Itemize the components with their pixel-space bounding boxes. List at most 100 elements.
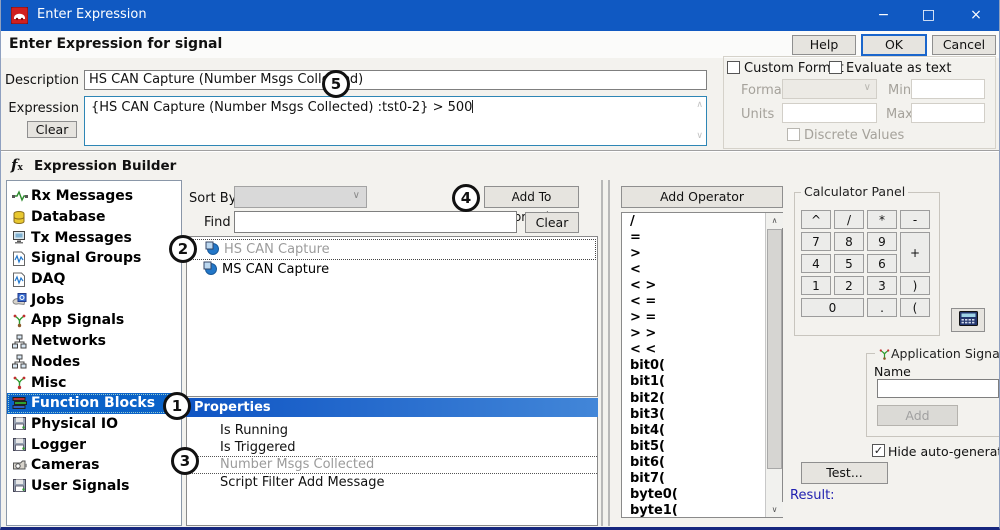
operator-item[interactable]: < = — [622, 294, 782, 310]
calc-key-1[interactable]: 1 — [801, 276, 831, 295]
scroll-down-icon[interactable]: ∨ — [696, 132, 703, 141]
calc-key-7[interactable]: 7 — [801, 232, 831, 251]
sidebar-item-database[interactable]: Database — [7, 207, 181, 228]
operator-item[interactable]: > = — [622, 310, 782, 326]
minimize-button[interactable]: − — [861, 0, 906, 31]
scroll-down-button[interactable]: ∨ — [766, 502, 783, 517]
scroll-thumb[interactable] — [767, 229, 782, 469]
sidebar-item-cameras[interactable]: Cameras — [7, 455, 181, 476]
calc-key-caret[interactable]: ^ — [801, 210, 831, 229]
format-select[interactable]: ∨ — [782, 79, 877, 99]
calc-key-8[interactable]: 8 — [834, 232, 864, 251]
annotation-circle-1: 1 — [163, 392, 191, 420]
sidebar-item-signal-groups[interactable]: Signal Groups — [7, 248, 181, 269]
operator-list: / = > < < > < = > = > > < < bit0( bit1( … — [621, 212, 783, 518]
operator-item[interactable]: bit4( — [622, 423, 782, 439]
sidebar-item-app-signals[interactable]: App Signals — [7, 310, 181, 331]
camera-icon — [12, 458, 31, 473]
name-label: Name — [874, 364, 911, 379]
calc-key-4[interactable]: 4 — [801, 254, 831, 273]
sidebar-item-physical-io[interactable]: Physical IO — [7, 414, 181, 435]
calculator-icon-button[interactable] — [951, 308, 985, 332]
property-row-is-triggered[interactable]: Is Triggered — [187, 439, 597, 456]
sidebar-item-jobs[interactable]: Jobs — [7, 289, 181, 310]
sidebar-item-logger[interactable]: Logger — [7, 434, 181, 455]
calc-key-0[interactable]: 0 — [801, 298, 864, 317]
operator-scrollbar[interactable]: ∧ ∨ — [765, 213, 782, 517]
calc-key-6[interactable]: 6 — [867, 254, 897, 273]
list-item-hs-can-capture[interactable]: HS CAN Capture — [188, 239, 596, 260]
calc-key-dot[interactable]: . — [867, 298, 897, 317]
discrete-values-checkbox[interactable] — [787, 128, 800, 141]
hide-auto-generated-checkbox[interactable]: ✓ — [872, 444, 885, 457]
add-to-expression-button[interactable]: Add To Expression — [484, 186, 579, 208]
sidebar-item-user-signals[interactable]: User Signals — [7, 476, 181, 497]
app-signals-title: Application Signals — [875, 346, 1000, 361]
calc-key-9[interactable]: 9 — [867, 232, 897, 251]
evaluate-as-text-checkbox[interactable] — [829, 61, 842, 74]
calc-key-divide[interactable]: / — [834, 210, 864, 229]
calc-key-rparen[interactable]: ) — [900, 276, 930, 295]
ok-button[interactable]: OK — [861, 34, 927, 56]
calc-key-5[interactable]: 5 — [834, 254, 864, 273]
sidebar-item-rx-messages[interactable]: Rx Messages — [7, 186, 181, 207]
enter-expression-dialog: Enter Expression − □ × Enter Expression … — [0, 0, 1000, 530]
property-row-is-running[interactable]: Is Running — [187, 422, 597, 439]
operator-item[interactable]: bit0( — [622, 358, 782, 374]
add-button[interactable]: Add — [877, 405, 958, 426]
operator-item[interactable]: < < — [622, 342, 782, 358]
property-row-number-msgs-collected[interactable]: Number Msgs Collected — [187, 456, 597, 474]
find-input[interactable] — [234, 211, 517, 233]
calc-key-multiply[interactable]: * — [867, 210, 897, 229]
close-button[interactable]: × — [951, 0, 1000, 31]
result-label: Result: — [790, 488, 835, 503]
operator-item[interactable]: > — [622, 246, 782, 262]
sidebar-item-function-blocks[interactable]: Function Blocks — [7, 393, 181, 414]
property-row-script-filter-add-message[interactable]: Script Filter Add Message — [187, 474, 597, 491]
calc-key-minus[interactable]: - — [900, 210, 930, 229]
scroll-up-button[interactable]: ∧ — [766, 213, 783, 228]
splitter-handle[interactable] — [601, 180, 610, 526]
operator-item[interactable]: bit5( — [622, 439, 782, 455]
name-input[interactable] — [877, 379, 999, 398]
operator-item[interactable]: byte1( — [622, 503, 782, 519]
calc-key-3[interactable]: 3 — [867, 276, 897, 295]
description-input[interactable]: HS CAN Capture (Number Msgs Collected) — [84, 70, 707, 90]
calc-key-lparen[interactable]: ( — [900, 298, 930, 317]
list-item-ms-can-capture[interactable]: MS CAN Capture — [187, 260, 597, 279]
operator-item[interactable]: bit6( — [622, 455, 782, 471]
sidebar-item-daq[interactable]: DAQ — [7, 269, 181, 290]
operator-item[interactable]: / — [622, 214, 782, 230]
operator-item[interactable]: bit2( — [622, 391, 782, 407]
operator-item[interactable]: > > — [622, 326, 782, 342]
sidebar-item-misc[interactable]: Misc — [7, 372, 181, 393]
expression-input[interactable]: {HS CAN Capture (Number Msgs Collected) … — [84, 96, 707, 146]
find-clear-button[interactable]: Clear — [525, 212, 579, 233]
test-button[interactable]: Test... — [801, 462, 888, 484]
max-input[interactable] — [911, 103, 985, 123]
sort-by-select[interactable]: ∨ — [234, 186, 367, 208]
units-input[interactable] — [782, 103, 877, 123]
job-icon — [12, 292, 31, 307]
calc-key-plus[interactable]: + — [900, 232, 930, 273]
min-input[interactable] — [911, 79, 985, 99]
operator-item[interactable]: byte0( — [622, 487, 782, 503]
operator-item[interactable]: bit7( — [622, 471, 782, 487]
app-car-icon — [11, 7, 28, 28]
operator-item[interactable]: bit1( — [622, 374, 782, 390]
scroll-up-icon[interactable]: ∧ — [696, 101, 703, 110]
add-operator-button[interactable]: Add Operator — [621, 186, 783, 208]
calc-key-2[interactable]: 2 — [834, 276, 864, 295]
operator-item[interactable]: < — [622, 262, 782, 278]
sidebar-item-nodes[interactable]: Nodes — [7, 352, 181, 373]
help-button[interactable]: Help — [792, 35, 856, 55]
operator-item[interactable]: bit3( — [622, 407, 782, 423]
sidebar-item-networks[interactable]: Networks — [7, 331, 181, 352]
maximize-button[interactable]: □ — [906, 0, 951, 31]
custom-format-checkbox[interactable] — [727, 61, 740, 74]
clear-expression-button[interactable]: Clear — [27, 121, 77, 138]
operator-item[interactable]: < > — [622, 278, 782, 294]
cancel-button[interactable]: Cancel — [932, 35, 996, 55]
sidebar-item-tx-messages[interactable]: Tx Messages — [7, 227, 181, 248]
operator-item[interactable]: = — [622, 230, 782, 246]
